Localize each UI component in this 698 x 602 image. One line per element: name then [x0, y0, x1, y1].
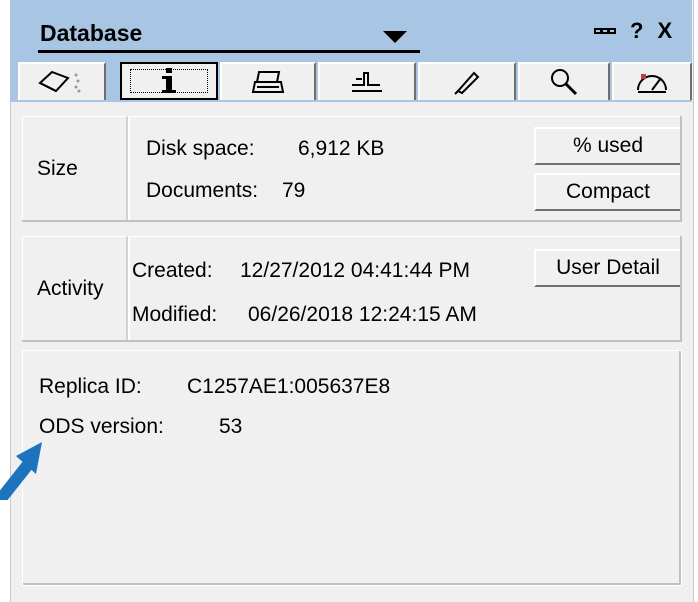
pen-icon — [454, 71, 480, 95]
annotation-arrow-icon — [0, 442, 42, 500]
tab-advanced[interactable] — [612, 62, 692, 100]
eraser-icon — [38, 70, 81, 93]
size-group-title: Size — [22, 116, 128, 222]
panel-title: Database — [40, 20, 143, 46]
replica-id-value: C1257AE1:005637E8 — [187, 375, 391, 398]
size-group: Size Disk space: 6,912 KB Documents: 79 … — [22, 116, 682, 222]
design-icon — [352, 72, 382, 92]
tab-info[interactable] — [120, 62, 218, 100]
panel-title-bar: Database ? X — [10, 0, 692, 58]
documents-label: Documents: — [146, 179, 259, 202]
ods-version-label: ODS version: — [39, 415, 164, 438]
created-label: Created: — [132, 259, 213, 282]
percent-used-button[interactable]: % used — [534, 127, 682, 165]
created-value: 12/27/2012 04:41:44 PM — [240, 259, 471, 282]
dropdown-arrow-icon[interactable] — [382, 30, 408, 44]
activity-group-title: Activity — [22, 236, 128, 342]
ods-version-value: 53 — [219, 415, 243, 438]
activity-group-body: Created: 12/27/2012 04:41:44 PM Modified… — [128, 236, 682, 342]
printer-icon — [251, 71, 285, 93]
disk-space-value: 6,912 KB — [298, 137, 385, 160]
help-button[interactable]: ? — [630, 18, 643, 44]
database-info-area: Replica ID: C1257AE1:005637E8 ODS versio… — [22, 350, 682, 586]
tab-strip — [10, 58, 692, 102]
modified-label: Modified: — [132, 303, 218, 326]
replica-id-label: Replica ID: — [39, 375, 142, 398]
close-button[interactable]: X — [657, 18, 672, 44]
tab-basics[interactable] — [18, 62, 106, 100]
modified-value: 06/26/2018 12:24:15 AM — [248, 303, 477, 326]
dashboard-icon — [637, 74, 667, 93]
pin-icon[interactable] — [594, 18, 616, 44]
activity-group: Activity Created: 12/27/2012 04:41:44 PM… — [22, 236, 682, 342]
compact-button[interactable]: Compact — [534, 173, 682, 211]
tab-design[interactable] — [318, 62, 416, 100]
size-group-body: Disk space: 6,912 KB Documents: 79 % use… — [128, 116, 682, 222]
magnifier-icon — [551, 69, 578, 96]
title-underline — [38, 50, 420, 53]
documents-value: 79 — [282, 179, 306, 202]
tab-printing[interactable] — [220, 62, 316, 100]
user-detail-button[interactable]: User Detail — [534, 249, 682, 287]
disk-space-label: Disk space: — [146, 137, 255, 160]
tab-full-text[interactable] — [518, 62, 610, 100]
tab-launch[interactable] — [418, 62, 516, 100]
